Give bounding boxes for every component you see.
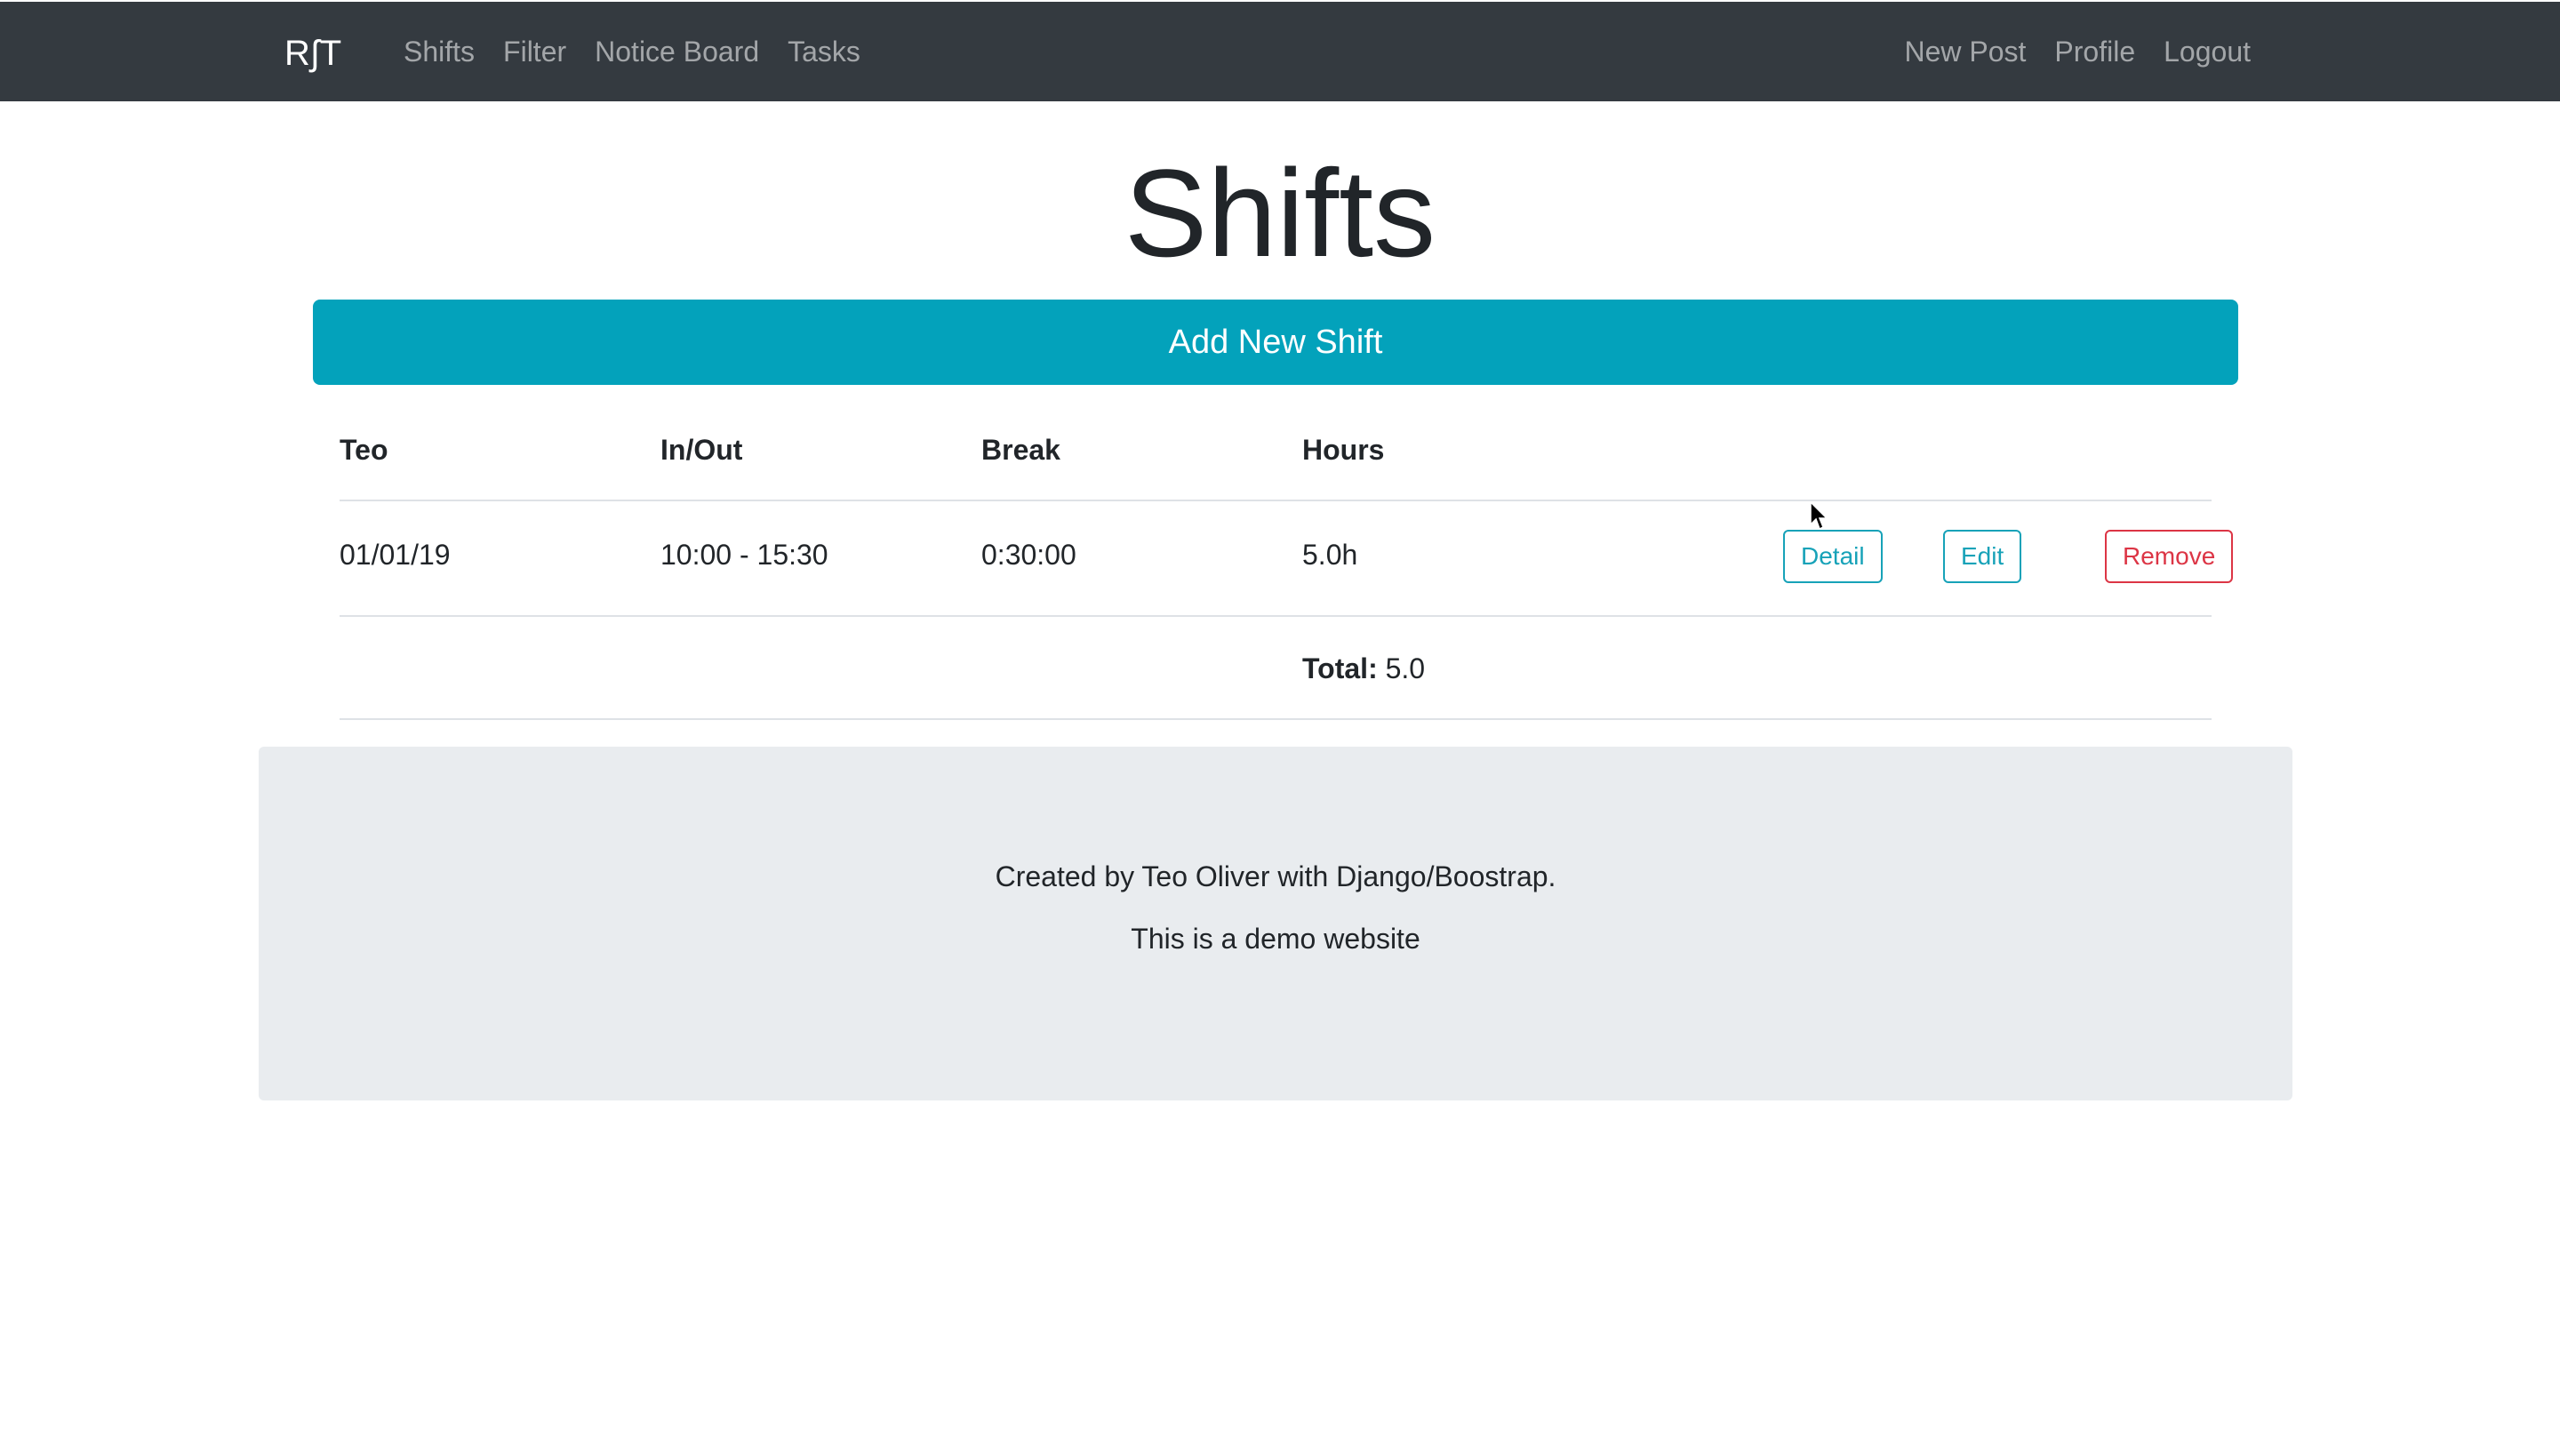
- shifts-table: Teo In/Out Break Hours 01/01/19 10:00 - …: [340, 409, 2212, 720]
- total-label: Total:: [1302, 652, 1378, 684]
- page-title: Shifts: [1124, 143, 1436, 283]
- shift-break: 0:30:00: [981, 539, 1076, 571]
- total-value: 5.0: [1385, 652, 1426, 684]
- edit-button[interactable]: Edit: [1943, 530, 2022, 583]
- column-header-break: Break: [981, 434, 1060, 466]
- table-header-row: Teo In/Out Break Hours: [340, 409, 2212, 501]
- footer-credit: Created by Teo Oliver with Django/Boostr…: [995, 860, 1556, 892]
- brand-logo[interactable]: RʃT: [284, 2, 342, 101]
- nav-link-new-post[interactable]: New Post: [1904, 36, 2026, 68]
- shift-date: 01/01/19: [340, 539, 451, 571]
- nav-link-shifts[interactable]: Shifts: [404, 36, 475, 68]
- nav-right-links: New Post Profile Logout: [1904, 2, 2251, 101]
- detail-button[interactable]: Detail: [1783, 530, 1883, 583]
- nav-link-notice-board[interactable]: Notice Board: [595, 36, 759, 68]
- table-row: 01/01/19 10:00 - 15:30 0:30:00 5.0h: [340, 501, 2212, 617]
- nav-link-filter[interactable]: Filter: [503, 36, 566, 68]
- shift-in-out: 10:00 - 15:30: [660, 539, 828, 571]
- footer: Created by Teo Oliver with Django/Boostr…: [259, 747, 2292, 1100]
- total-hours: Total: 5.0: [1302, 652, 1425, 685]
- shift-hours: 5.0h: [1302, 539, 1358, 571]
- column-header-in-out: In/Out: [660, 434, 743, 466]
- nav-link-profile[interactable]: Profile: [2054, 36, 2135, 68]
- top-navbar: RʃT Shifts Filter Notice Board Tasks New…: [0, 2, 2560, 101]
- nav-link-tasks[interactable]: Tasks: [788, 36, 860, 68]
- column-header-hours: Hours: [1302, 434, 1385, 466]
- nav-left-links: Shifts Filter Notice Board Tasks: [404, 2, 889, 101]
- column-header-name: Teo: [340, 434, 388, 466]
- table-total-row: Total: 5.0: [340, 617, 2212, 720]
- remove-button[interactable]: Remove: [2105, 530, 2234, 583]
- nav-link-logout[interactable]: Logout: [2164, 36, 2251, 68]
- footer-demo-note: This is a demo website: [1131, 923, 1420, 955]
- mouse-cursor-icon: [1810, 501, 1828, 531]
- add-new-shift-button[interactable]: Add New Shift: [313, 300, 2238, 385]
